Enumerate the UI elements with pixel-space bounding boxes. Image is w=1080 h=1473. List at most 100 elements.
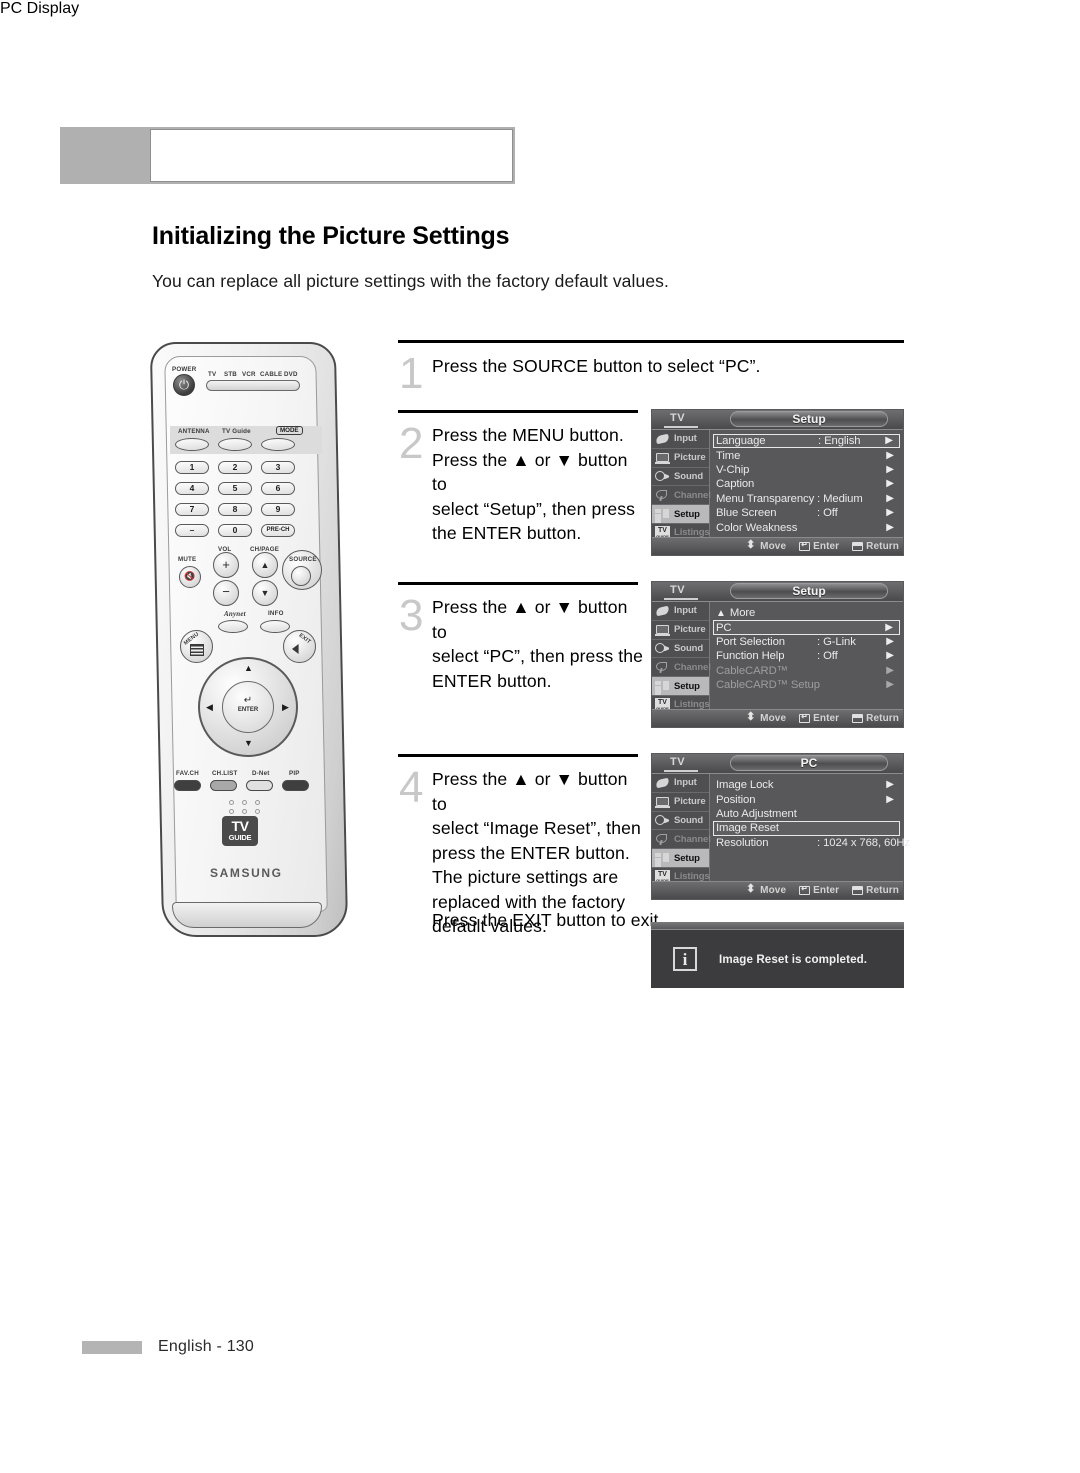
menu-row-label: Function Help [716, 650, 785, 663]
menu-row-label: Image Lock [716, 779, 774, 792]
volume-down-button[interactable]: − [213, 580, 239, 606]
menu-row[interactable]: PC ▶ [713, 620, 900, 635]
sidebar-item-input[interactable]: Input [652, 430, 709, 449]
return-key-icon [852, 714, 864, 723]
nav-up-icon[interactable]: ▲ [244, 664, 253, 673]
source-button[interactable] [291, 566, 311, 586]
sidebar-item-label: Picture [674, 624, 706, 636]
input-icon [654, 604, 672, 618]
numpad-5[interactable]: 5 [218, 482, 252, 495]
menu-row[interactable]: Position ▶ [713, 792, 900, 806]
picture-icon [654, 451, 672, 465]
sidebar-item-input[interactable]: Input [652, 602, 709, 621]
enter-button[interactable]: ↵ ENTER [222, 681, 274, 733]
sidebar-item-channel[interactable]: Channel [652, 486, 711, 506]
step-line: Press the MENU button. [432, 425, 624, 445]
menu-row[interactable]: Port Selection : G-Link ▶ [713, 635, 900, 649]
menu-row[interactable]: CableCARD™ ▶ [713, 664, 900, 678]
menu-row[interactable]: Time ▶ [713, 448, 900, 462]
menu-row[interactable]: Resolution : 1024 x 768, 60Hz [713, 836, 910, 850]
volume-up-button[interactable]: + [213, 552, 239, 578]
menu-row-value: : English [818, 435, 861, 448]
menu-row[interactable]: CableCARD™ Setup ▶ [713, 678, 900, 692]
mode-button[interactable] [261, 438, 295, 451]
info-button[interactable] [260, 620, 290, 633]
sidebar-item-label: Sound [674, 642, 704, 654]
sidebar-item-picture[interactable]: Picture [652, 793, 709, 812]
sidebar-item-setup[interactable]: Setup [652, 505, 709, 524]
menu-row[interactable]: Auto Adjustment [713, 807, 900, 821]
tv-guide-logo: TV GUIDE [222, 816, 258, 846]
menu-row[interactable]: Function Help : Off ▶ [713, 649, 900, 663]
numpad-1[interactable]: 1 [175, 461, 209, 474]
dnet-button[interactable] [246, 780, 273, 791]
setup-icon [654, 679, 672, 693]
tv-guide-button[interactable] [218, 438, 252, 451]
picture-icon [654, 623, 672, 637]
numpad-0[interactable]: 0 [218, 524, 252, 537]
numpad-6[interactable]: 6 [261, 482, 295, 495]
menu-row[interactable]: Caption ▶ [713, 477, 900, 491]
setup-icon [654, 507, 672, 521]
favch-label: FAV.CH [176, 770, 199, 777]
device-selector-bar[interactable] [206, 380, 300, 391]
sound-icon [654, 641, 672, 655]
footbar-label: Move [760, 541, 787, 552]
channel-icon [654, 488, 672, 502]
sidebar-item-setup[interactable]: Setup [652, 849, 709, 868]
menu-row[interactable]: Language : English ▶ [713, 434, 900, 449]
sidebar-item-sound[interactable]: Sound [652, 812, 709, 831]
menu-content: ▲ More PC ▶ Port Selection : G-Link ▶ Fu… [710, 602, 903, 709]
prech-button[interactable]: PRE-CH [261, 524, 295, 537]
sidebar-item-sound[interactable]: Sound [652, 468, 709, 487]
numpad-7[interactable]: 7 [175, 503, 209, 516]
menu-row[interactable]: Menu Transparency : Medium ▶ [713, 492, 900, 506]
menu-row[interactable]: Color Weakness ▶ [713, 520, 900, 534]
anynet-button[interactable] [218, 620, 248, 633]
footbar-label: Enter [813, 541, 840, 552]
nav-down-icon[interactable]: ▼ [244, 739, 253, 748]
favch-button[interactable] [174, 780, 201, 791]
antenna-button[interactable] [175, 438, 209, 451]
updown-arrow-icon [746, 712, 757, 723]
numpad-4[interactable]: 4 [175, 482, 209, 495]
chevron-right-icon: ▶ [886, 492, 894, 504]
enter-key-icon [799, 541, 811, 551]
sidebar-item-sound[interactable]: Sound [652, 640, 709, 659]
sidebar-item-input[interactable]: Input [652, 774, 709, 793]
enter-key-icon [799, 713, 811, 723]
nav-right-icon[interactable]: ▶ [282, 703, 289, 712]
menu-row-label: Position [716, 793, 756, 806]
menu-row[interactable]: V-Chip ▶ [713, 463, 900, 477]
nav-left-icon[interactable]: ◀ [206, 703, 213, 712]
channel-down-button[interactable]: ▼ [252, 580, 278, 606]
sidebar-item-channel[interactable]: Channel [652, 658, 711, 678]
menu-footbar: Move Enter Return [652, 881, 903, 899]
numpad-2[interactable]: 2 [218, 461, 252, 474]
sidebar-item-picture[interactable]: Picture [652, 621, 709, 640]
step-divider-4 [398, 754, 638, 757]
menu-row-image-reset[interactable]: Image Reset [713, 821, 900, 836]
numpad-8[interactable]: 8 [218, 503, 252, 516]
remote-control-illustration: POWER TV STB VCR CABLE DVD ANTENNA TV Gu… [149, 342, 349, 942]
menu-row-more[interactable]: ▲ More [713, 606, 900, 620]
menu-row-value: : Off [817, 650, 838, 663]
channel-up-button[interactable]: ▲ [252, 552, 278, 578]
chevron-right-icon: ▶ [886, 463, 894, 475]
sidebar-item-label: Channel [674, 833, 711, 845]
sidebar-item-picture[interactable]: Picture [652, 449, 709, 468]
menu-row[interactable]: Blue Screen : Off ▶ [713, 506, 900, 520]
sidebar-item-label: Setup [674, 508, 700, 520]
numpad-9[interactable]: 9 [261, 503, 295, 516]
sidebar-item-setup[interactable]: Setup [652, 677, 709, 696]
numpad-3[interactable]: 3 [261, 461, 295, 474]
menu-sidebar: Input Picture Sound Channel Setup Listin… [652, 430, 711, 543]
numpad-dash[interactable]: – [175, 524, 209, 537]
sidebar-item-label: Sound [674, 814, 704, 826]
chlist-button[interactable] [210, 780, 237, 791]
power-button[interactable] [173, 374, 195, 396]
pip-button[interactable] [282, 780, 309, 791]
footbar-enter: Enter [799, 885, 839, 896]
sidebar-item-channel[interactable]: Channel [652, 830, 711, 850]
menu-row[interactable]: Image Lock ▶ [713, 778, 900, 792]
